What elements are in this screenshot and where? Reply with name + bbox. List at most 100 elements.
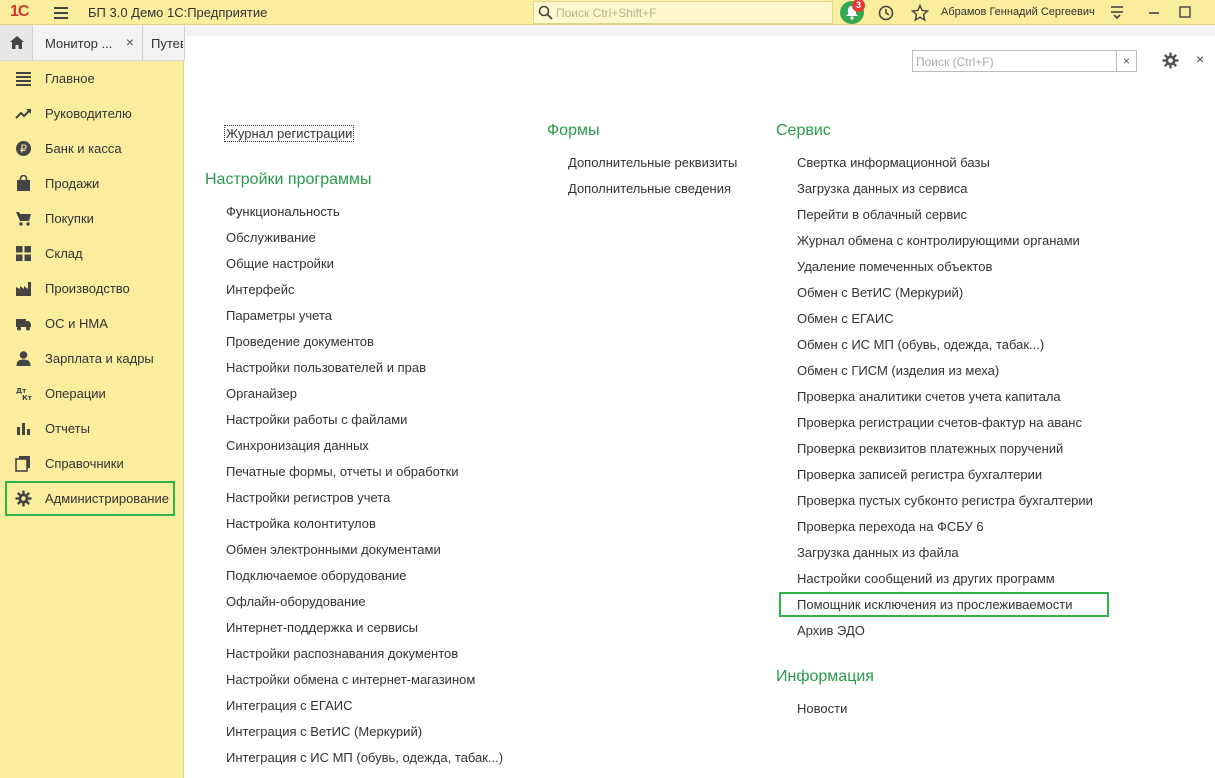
maximize-icon[interactable] (1176, 3, 1194, 21)
sidebar-item-catalogs[interactable]: Справочники (0, 446, 184, 481)
gear-icon (15, 490, 32, 507)
tab-second[interactable]: Путев (143, 25, 185, 60)
settings-link[interactable]: Печатные формы, отчеты и обработки (226, 464, 459, 479)
settings-gear-icon[interactable] (1162, 52, 1179, 69)
service-link[interactable]: Обмен с ВетИС (Меркурий) (797, 285, 963, 300)
settings-link[interactable]: Настройки работы с файлами (226, 412, 407, 427)
clear-search-button[interactable]: × (1116, 51, 1136, 71)
sidebar-item-salary[interactable]: Зарплата и кадры (0, 341, 184, 376)
global-search-input[interactable]: Поиск Ctrl+Shift+F (533, 1, 833, 24)
settings-link[interactable]: Настройки регистров учета (226, 490, 390, 505)
service-link[interactable]: Проверка регистрации счетов-фактур на ав… (797, 415, 1082, 430)
section-service: Сервис (776, 122, 831, 139)
tab-monitor-label: Монитор ... (45, 36, 113, 51)
main-menu-icon[interactable] (54, 4, 68, 20)
settings-link[interactable]: Общие настройки (226, 256, 334, 271)
service-link[interactable]: Обмен с ИС МП (обувь, одежда, табак...) (797, 337, 1044, 352)
sidebar-item-label: Главное (45, 71, 95, 86)
grid-icon (16, 246, 31, 261)
sidebar-item-purchases[interactable]: Покупки (0, 201, 184, 236)
notifications-button[interactable]: 3 (840, 0, 865, 24)
settings-link[interactable]: Органайзер (226, 386, 297, 401)
window-menu-icon[interactable] (1108, 3, 1126, 21)
settings-link[interactable]: Офлайн-оборудование (226, 594, 366, 609)
sidebar-item-warehouse[interactable]: Склад (0, 236, 184, 271)
service-link[interactable]: Проверка записей регистра бухгалтерии (797, 467, 1042, 482)
sidebar-item-main[interactable]: Главное (0, 61, 184, 96)
trend-icon (15, 109, 31, 119)
settings-link[interactable]: Проведение документов (226, 334, 374, 349)
settings-link[interactable]: Настройка колонтитулов (226, 516, 376, 531)
svg-text:₽: ₽ (20, 143, 27, 156)
home-icon (10, 36, 24, 49)
sidebar-item-label: Производство (45, 281, 130, 296)
sidebar-item-bank[interactable]: ₽ Банк и касса (0, 131, 184, 166)
service-link[interactable]: Проверка реквизитов платежных поручений (797, 441, 1063, 456)
sidebar-item-administration[interactable]: Администрирование (5, 481, 175, 516)
service-link[interactable]: Обмен с ГИСМ (изделия из меха) (797, 363, 999, 378)
current-user[interactable]: Абрамов Геннадий Сергеевич (941, 6, 1095, 18)
service-link[interactable]: Проверка аналитики счетов учета капитала (797, 389, 1061, 404)
sidebar-item-label: Справочники (45, 456, 124, 471)
app-title: БП 3.0 Демо 1С:Предприятие (88, 5, 268, 20)
history-icon[interactable] (877, 4, 895, 22)
information-link[interactable]: Новости (797, 701, 847, 716)
highlight-frame (779, 592, 1109, 617)
service-link[interactable]: Свертка информационной базы (797, 155, 990, 170)
service-link[interactable]: Загрузка данных из файла (797, 545, 959, 560)
service-link[interactable]: Перейти в облачный сервис (797, 207, 967, 222)
cart-icon (16, 212, 31, 226)
settings-link[interactable]: Настройки распознавания документов (226, 646, 458, 661)
factory-icon (16, 282, 31, 296)
service-link[interactable]: Журнал обмена с контролирующими органами (797, 233, 1080, 248)
service-link[interactable]: Проверка перехода на ФСБУ 6 (797, 519, 984, 534)
sidebar-item-reports[interactable]: Отчеты (0, 411, 184, 446)
settings-link[interactable]: Настройки обмена с интернет-магазином (226, 672, 475, 687)
settings-link[interactable]: Интеграция с ВетИС (Меркурий) (226, 724, 422, 739)
settings-link[interactable]: Интеграция с ИС МП (обувь, одежда, табак… (226, 750, 503, 765)
settings-link[interactable]: Подключаемое оборудование (226, 568, 407, 583)
sidebar-item-production[interactable]: Производство (0, 271, 184, 306)
settings-link[interactable]: Настройки пользователей и прав (226, 360, 426, 375)
person-icon (16, 351, 31, 366)
settings-link[interactable]: Синхронизация данных (226, 438, 369, 453)
bar-chart-icon (17, 423, 30, 435)
sidebar-item-label: Администрирование (45, 491, 169, 506)
settings-link[interactable]: Функциональность (226, 204, 340, 219)
sections-sidebar: Главное Руководителю ₽ Банк и касса Прод… (0, 61, 184, 778)
service-link[interactable]: Обмен с ЕГАИС (797, 311, 894, 326)
home-tab[interactable] (0, 25, 33, 60)
books-icon (15, 456, 30, 472)
sidebar-item-sales[interactable]: Продажи (0, 166, 184, 201)
sidebar-item-label: Склад (45, 246, 83, 261)
sidebar-item-manager[interactable]: Руководителю (0, 96, 184, 131)
service-link[interactable]: Архив ЭДО (797, 623, 865, 638)
section-program-settings: Настройки программы (205, 171, 372, 188)
truck-icon (16, 319, 31, 331)
forms-link[interactable]: Дополнительные сведения (568, 181, 731, 196)
favorites-star-icon[interactable] (911, 4, 929, 22)
service-link[interactable]: Удаление помеченных объектов (797, 259, 992, 274)
settings-link[interactable]: Обмен электронными документами (226, 542, 441, 557)
sidebar-item-operations[interactable]: Дт Кт Операции (0, 376, 184, 411)
settings-link[interactable]: Интерфейс (226, 282, 294, 297)
sidebar-item-label: Операции (45, 386, 106, 401)
sidebar-item-label: Продажи (45, 176, 100, 191)
settings-link[interactable]: Обслуживание (226, 230, 316, 245)
settings-link[interactable]: Интеграция с ЕГАИС (226, 698, 352, 713)
link-registration-log[interactable]: Журнал регистрации (224, 125, 355, 142)
minimize-icon[interactable] (1145, 3, 1163, 21)
close-form-button[interactable]: × (1196, 51, 1204, 67)
forms-link[interactable]: Дополнительные реквизиты (568, 155, 737, 170)
form-search-input[interactable]: Поиск (Ctrl+F) × (912, 50, 1137, 72)
dt-kt-icon: ДтКт (16, 387, 32, 402)
settings-link[interactable]: Интернет-поддержка и сервисы (226, 620, 418, 635)
service-link[interactable]: Загрузка данных из сервиса (797, 181, 968, 196)
sidebar-item-fixed-assets[interactable]: ОС и НМА (0, 306, 184, 341)
service-link[interactable]: Проверка пустых субконто регистра бухгал… (797, 493, 1093, 508)
settings-link[interactable]: Параметры учета (226, 308, 332, 323)
service-link[interactable]: Настройки сообщений из других программ (797, 571, 1055, 586)
section-forms: Формы (547, 122, 600, 139)
close-tab-icon[interactable]: × (126, 34, 134, 50)
tab-monitor[interactable]: Монитор ... × (33, 25, 143, 60)
